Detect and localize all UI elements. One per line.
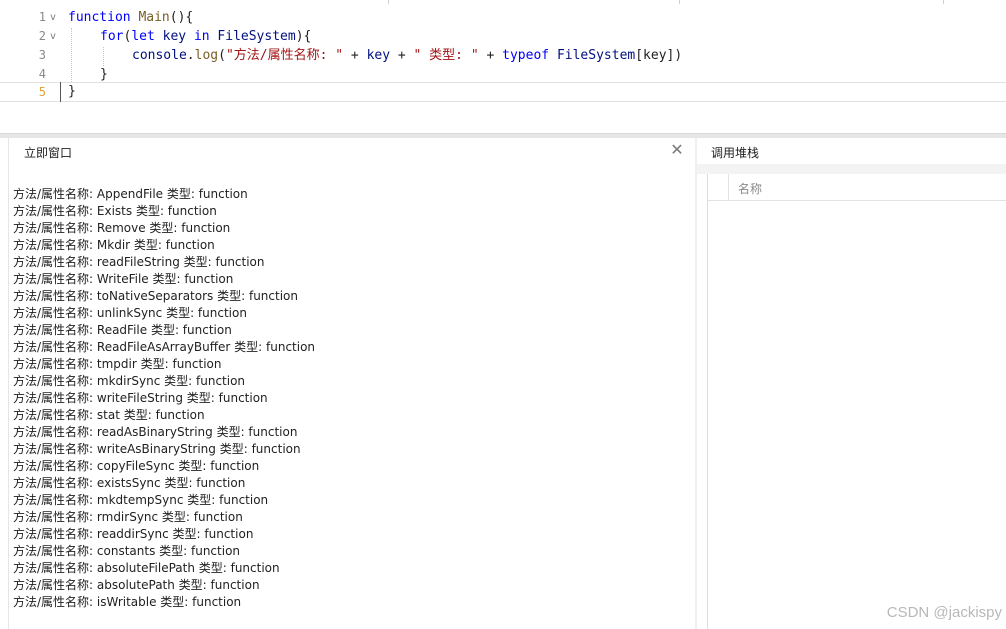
code-line-3[interactable]: 3 console.log("方法/属性名称: " + key + " 类型: … [0,46,1006,65]
output-line: 方法/属性名称: unlinkSync 类型: function [13,306,247,320]
code-line-1[interactable]: 1 v function Main(){ [0,8,1006,27]
code-line-2[interactable]: 2 v for(let key in FileSystem){ [0,27,1006,46]
code-text: function Main(){ [68,10,194,25]
output-line: 方法/属性名称: writeAsBinaryString 类型: functio… [13,442,301,456]
output-line: 方法/属性名称: ReadFile 类型: function [13,323,232,337]
grid-header: 名称 [708,174,1006,201]
output-line: 方法/属性名称: constants 类型: function [13,544,241,558]
panel-title: 立即窗口 [24,146,73,160]
watermark: CSDN @jackispy [886,604,1002,621]
output-line: 方法/属性名称: copyFileSync 类型: function [13,459,260,473]
line-number: 2 [38,29,46,43]
column-header-name[interactable]: 名称 [738,180,762,197]
call-stack-panel[interactable]: 调用堆栈 名称 [697,138,1006,629]
code-text: for(let key in FileSystem){ [100,29,312,44]
line-number: 1 [38,10,46,24]
output-line: 方法/属性名称: WriteFile 类型: function [13,272,234,286]
output-line: 方法/属性名称: Exists 类型: function [13,204,217,218]
panel-title: 调用堆栈 [711,146,760,160]
code-editor[interactable]: 1 v function Main(){ 2 v for(let key in … [0,0,1006,134]
text-caret [60,82,61,102]
output-line: 方法/属性名称: tmpdir 类型: function [13,357,222,371]
output-line: 方法/属性名称: isWritable 类型: function [13,595,242,609]
output-line: 方法/属性名称: readdirSync 类型: function [13,527,254,541]
output-line: 方法/属性名称: absolutePath 类型: function [13,578,260,592]
close-icon[interactable]: ✕ [670,142,684,158]
line-number: 5 [38,85,46,99]
output-line: 方法/属性名称: readAsBinaryString 类型: function [13,425,298,439]
output-line: 方法/属性名称: Mkdir 类型: function [13,238,215,252]
output-line: 方法/属性名称: rmdirSync 类型: function [13,510,243,524]
panel-toolbar [697,164,1006,174]
code-text: console.log("方法/属性名称: " + key + " 类型: " … [132,48,683,63]
output-line: 方法/属性名称: writeFileString 类型: function [13,391,268,405]
code-text: } [68,84,76,99]
output-line: 方法/属性名称: mkdtempSync 类型: function [13,493,269,507]
fold-chevron-icon[interactable]: v [50,27,56,46]
call-stack-grid[interactable]: 名称 [707,174,1006,629]
output-line: 方法/属性名称: stat 类型: function [13,408,205,422]
fold-chevron-icon[interactable]: v [50,8,56,27]
line-number: 3 [38,48,46,62]
output-line: 方法/属性名称: readFileString 类型: function [13,255,265,269]
immediate-window-panel[interactable]: 立即窗口 ✕ 方法/属性名称: AppendFile 类型: function 方… [8,138,697,629]
output-line: 方法/属性名称: absoluteFilePath 类型: function [13,561,280,575]
output-line: 方法/属性名称: ReadFileAsArrayBuffer 类型: funct… [13,340,316,354]
output-line: 方法/属性名称: mkdirSync 类型: function [13,374,246,388]
immediate-output[interactable]: 方法/属性名称: AppendFile 类型: function 方法/属性名称:… [13,186,683,611]
output-line: 方法/属性名称: Remove 类型: function [13,221,231,235]
code-line-5[interactable]: 5 } [0,82,1006,102]
output-line: 方法/属性名称: AppendFile 类型: function [13,187,248,201]
row-header-column [708,174,729,200]
editor-top-border [0,0,1006,5]
output-line: 方法/属性名称: toNativeSeparators 类型: function [13,289,298,303]
output-line: 方法/属性名称: existsSync 类型: function [13,476,246,490]
